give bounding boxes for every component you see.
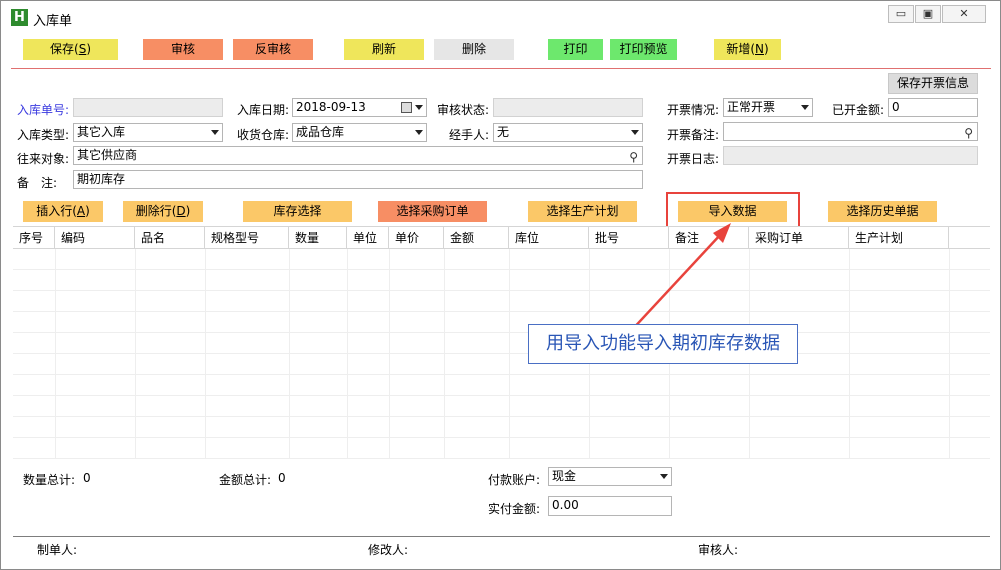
paid-amount-field[interactable]: 0.00 (548, 496, 672, 516)
pay-account-label: 付款账户: (488, 473, 541, 487)
amount-total-label: 金额总计: (219, 473, 272, 487)
inbound-order-window: H 入库单 ▭ ▣ ✕ 保存(S) 审核 反审核 刷新 删除 打印 打印预览 新… (0, 0, 1001, 570)
qty-total-value: 0 (83, 471, 91, 485)
pay-account-value: 现金 (552, 469, 577, 483)
amount-total-value: 0 (278, 471, 286, 485)
annotation-callout: 用导入功能导入期初库存数据 (528, 324, 798, 364)
paid-amount-label: 实付金额: (488, 502, 541, 516)
footer-bar: 制单人: 修改人: 审核人: (13, 536, 990, 558)
modifier-label: 修改人: (368, 543, 409, 557)
qty-total-label: 数量总计: (23, 473, 76, 487)
chevron-down-icon (660, 474, 668, 479)
creator-label: 制单人: (37, 543, 78, 557)
auditor-label: 审核人: (698, 543, 739, 557)
pay-account-select[interactable]: 现金 (548, 467, 672, 486)
